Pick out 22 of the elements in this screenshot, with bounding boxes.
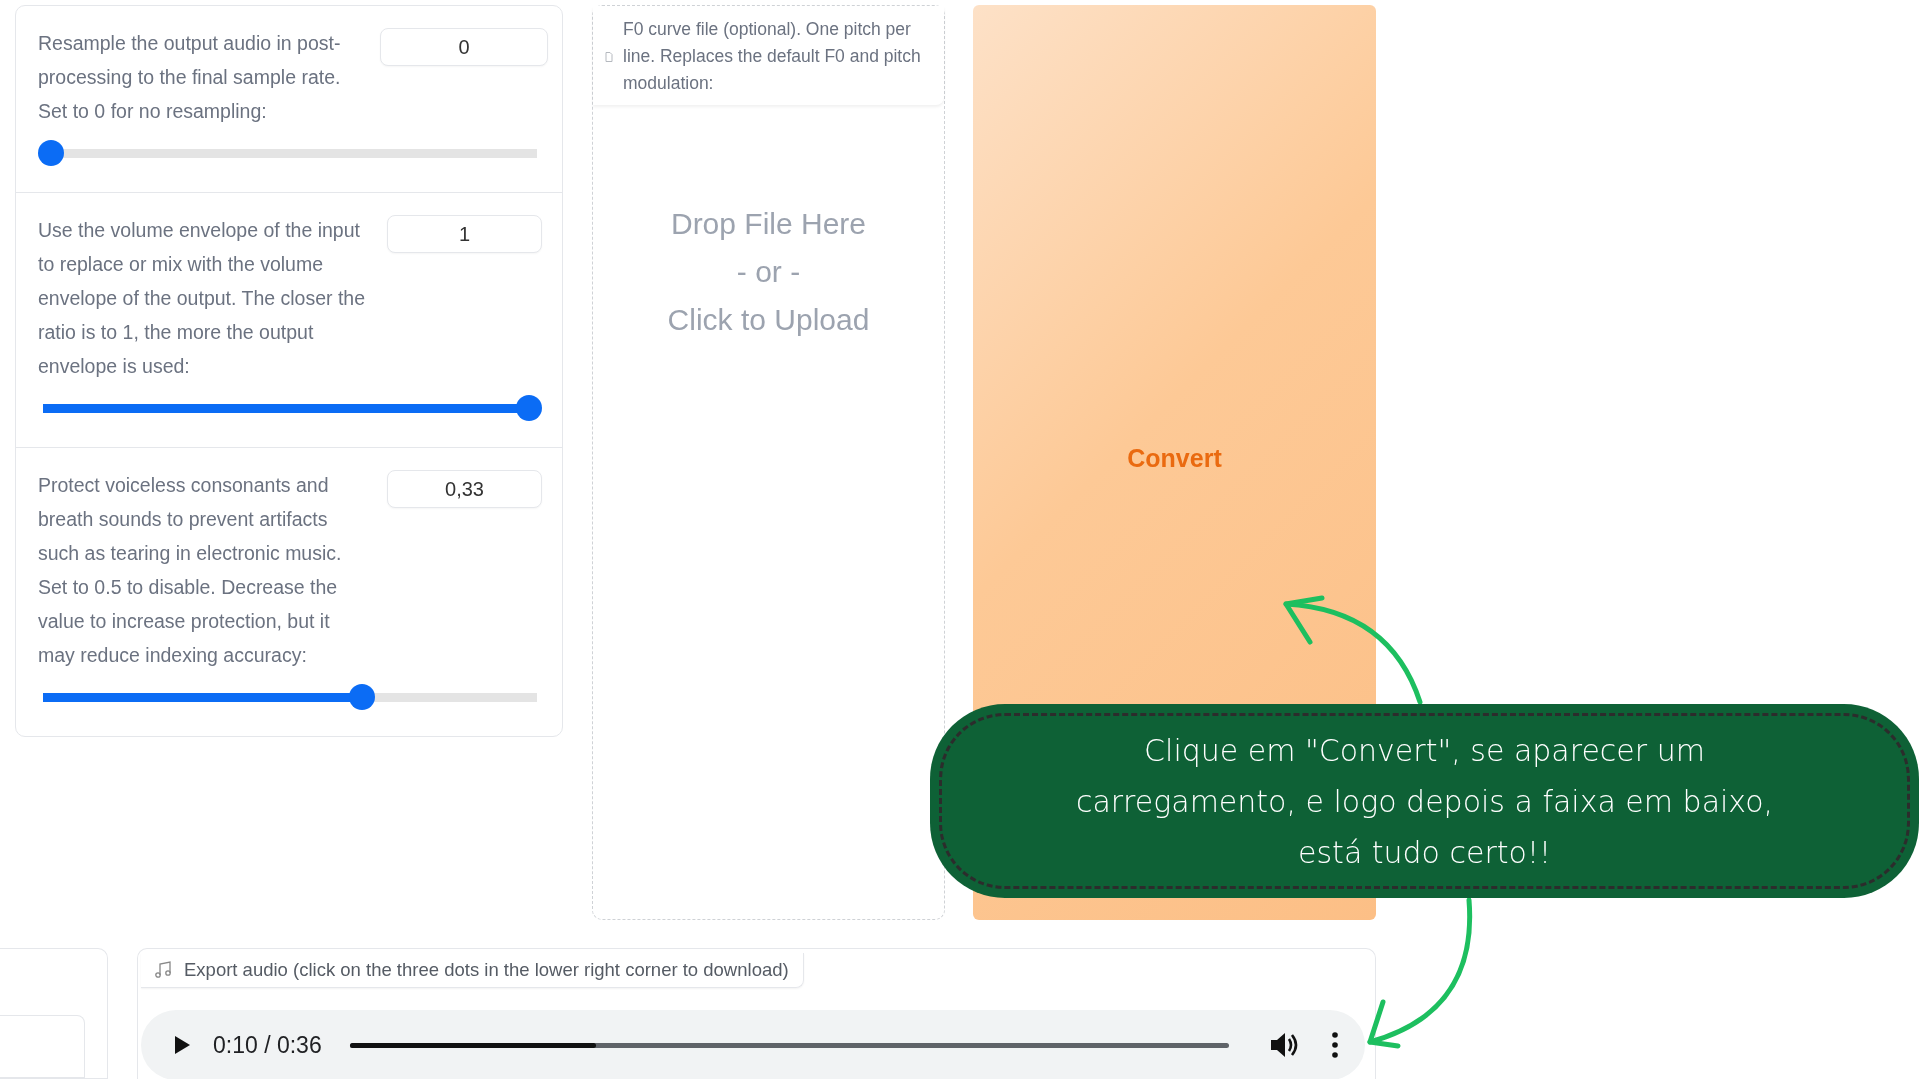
play-icon[interactable]	[173, 1035, 191, 1055]
setting-label: Protect voiceless consonants and breath sounds to prevent artifacts such as tearing in electronic music. Set to 0.5 to disable. Decrease the value to increase protection, but it may reduce indexing accuracy:	[38, 473, 343, 668]
slider-thumb[interactable]	[516, 395, 542, 421]
drop-text: Click to Upload	[667, 302, 870, 338]
drop-text: - or -	[736, 254, 801, 290]
volume-icon[interactable]	[1269, 1031, 1299, 1059]
number-field[interactable]: 0,33	[387, 470, 542, 508]
number-field[interactable]: 0	[380, 28, 548, 66]
progress-track[interactable]	[349, 1042, 1229, 1048]
setting-label: Use the volume envelope of the input to replace or mix with the volume envelope of the output. The closer the ratio is to 1, the more the output envelope is used:	[38, 218, 367, 379]
upload-label: F0 curve file (optional). One pitch per line. Replaces the default F0 and pitch modulation:	[623, 18, 922, 95]
audio-label: Export audio (click on the three dots in the lower right corner to download)	[184, 959, 789, 981]
slider-thumb[interactable]	[348, 684, 375, 710]
drop-text: Drop File Here	[670, 206, 867, 242]
file-drop-zone[interactable]: F0 curve file (optional). One pitch per line. Replaces the default F0 and pitch modulation: Drop File Here - or - Click to Upload	[592, 5, 945, 920]
number-field[interactable]: 1	[387, 215, 542, 253]
music-note-icon	[155, 961, 172, 979]
more-options-icon[interactable]	[1331, 1032, 1339, 1058]
slider-thumb[interactable]	[38, 140, 64, 166]
setting-label: Resample the output audio in post-processing to the final sample rate. Set to 0 for no resampling:	[38, 31, 342, 124]
file-icon	[605, 51, 613, 62]
time-display: 0:10 / 0:36	[213, 1031, 322, 1059]
